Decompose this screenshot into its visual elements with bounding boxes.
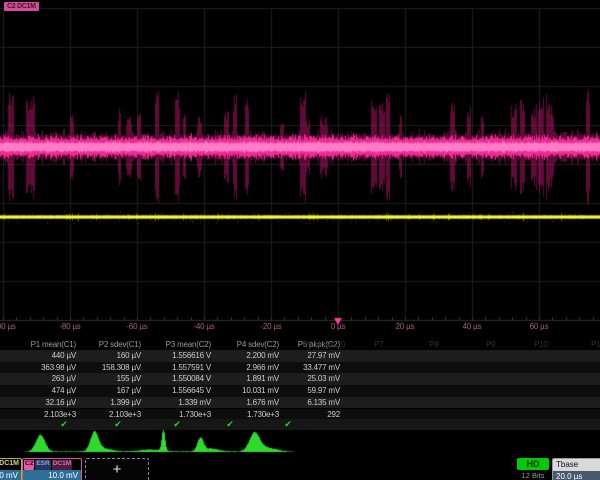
measure-value: 263 µV bbox=[52, 373, 76, 385]
measure-value: 155 µV bbox=[117, 373, 141, 385]
time-axis-label: -60 µs bbox=[126, 322, 147, 331]
measure-value: 10.031 mV bbox=[242, 385, 279, 397]
add-trace-button[interactable]: + bbox=[85, 458, 149, 480]
timebase-title: Tbase bbox=[553, 459, 600, 471]
measure-column-header[interactable]: P3 mean(C2) bbox=[166, 340, 211, 349]
time-axis-label: -20 µs bbox=[260, 322, 281, 331]
measure-value: 27.97 mV bbox=[307, 350, 340, 362]
timebase-value: 20.0 µs bbox=[553, 471, 600, 480]
measure-value: 167 µV bbox=[117, 385, 141, 397]
measure-table-row: 440 µV 160 µV 1.556616 V 2.200 mV 27.97 mV bbox=[0, 350, 600, 362]
c2-scale-value: 10.0 mV bbox=[23, 470, 81, 480]
measure-value: 1.339 mV bbox=[178, 397, 211, 409]
time-axis-label: 20 µs bbox=[396, 322, 415, 331]
measure-table-row: 32.16 µV 1.399 µV 1.339 mV 1.676 mV 6.135 mV bbox=[0, 397, 600, 409]
measure-value: 33.477 mV bbox=[303, 362, 340, 374]
measure-value: 1.550084 V bbox=[172, 373, 211, 385]
measure-column-header[interactable]: P1 mean(C1) bbox=[31, 340, 76, 349]
c2-esr-badge: ESR bbox=[35, 460, 50, 470]
status-check-icon: ✔ bbox=[173, 419, 181, 430]
measure-column-header-unused[interactable]: P7 bbox=[374, 340, 383, 349]
c2-channel-badge: C2 bbox=[24, 460, 34, 470]
measure-value: 32.16 µV bbox=[45, 397, 76, 409]
c1-descriptor-box[interactable]: DC1M 0 mV bbox=[0, 458, 22, 480]
measure-table-row: 363.98 µV 158.308 µV 1.557591 V 2.966 mV 33.… bbox=[0, 362, 600, 374]
measure-value: 59.97 mV bbox=[307, 385, 340, 397]
time-axis-label: 0 µs bbox=[331, 322, 345, 331]
time-axis-label: 40 µs bbox=[463, 322, 482, 331]
measure-column-header-unused[interactable]: P8 bbox=[429, 340, 438, 349]
measure-column-header-unused[interactable]: P11 bbox=[591, 340, 600, 349]
measure-value: 25.03 mV bbox=[307, 373, 340, 385]
measure-value: 2.200 mV bbox=[246, 350, 279, 362]
status-check-icon: ✔ bbox=[114, 419, 122, 430]
trace-label-badge: C2 DC1M bbox=[4, 2, 39, 11]
measure-value: 440 µV bbox=[52, 350, 76, 362]
time-axis-label: -80 µs bbox=[59, 322, 80, 331]
status-check-icon: ✔ bbox=[226, 419, 234, 430]
measure-table-row: 474 µV 167 µV 1.556645 V 10.031 mV 59.97 mV bbox=[0, 385, 600, 397]
c1-coupling-badge: DC1M bbox=[0, 459, 21, 470]
hd-mode-badge[interactable]: HD bbox=[517, 458, 549, 470]
measure-value: 1.891 mV bbox=[246, 373, 279, 385]
time-axis-label: 60 µs bbox=[530, 322, 549, 331]
measure-value: 1.676 mV bbox=[246, 397, 279, 409]
time-axis-label: -100 µs bbox=[0, 322, 16, 331]
measure-value: 1.557591 V bbox=[172, 362, 211, 374]
measure-status-row: ✔ ✔ ✔ ✔ ✔ bbox=[0, 419, 600, 430]
measure-column-header[interactable]: P4 sdev(C2) bbox=[237, 340, 279, 349]
measure-value: 1.556645 V bbox=[172, 385, 211, 397]
hd-bits-label: 12 Bits bbox=[515, 471, 551, 480]
measure-column-header[interactable]: P2 sdev(C1) bbox=[99, 340, 141, 349]
measure-value: 160 µV bbox=[117, 350, 141, 362]
status-check-icon: ✔ bbox=[284, 419, 292, 430]
measure-column-header-unused[interactable]: P10 bbox=[534, 340, 548, 349]
measure-value: 363.98 µV bbox=[41, 362, 76, 374]
measure-value: 2.966 mV bbox=[246, 362, 279, 374]
oscilloscope-screen: C2 DC1M -100 µs -80 µs -60 µs -40 µs -20 µs 0… bbox=[0, 0, 600, 480]
measure-table: P1 mean(C1) P2 sdev(C1) P3 mean(C2) P4 sdev… bbox=[0, 338, 600, 432]
c1-scale-value: 0 mV bbox=[0, 470, 21, 480]
c2-descriptor-box[interactable]: C2 ESR DC1M 10.0 mV bbox=[22, 458, 82, 480]
c2-coupling-badge: DC1M bbox=[52, 460, 72, 470]
measure-value: 158.308 µV bbox=[102, 362, 141, 374]
measure-table-row: 263 µV 155 µV 1.550084 V 1.891 mV 25.03 mV bbox=[0, 373, 600, 385]
measure-value: 1.556616 V bbox=[172, 350, 211, 362]
measure-column-header-unused[interactable]: P9 bbox=[486, 340, 495, 349]
measure-value: 474 µV bbox=[52, 385, 76, 397]
time-axis-label: -40 µs bbox=[193, 322, 214, 331]
measure-column-header-unused[interactable]: P6 pkpk(C3) bbox=[303, 340, 345, 349]
status-check-icon: ✔ bbox=[60, 419, 68, 430]
timebase-descriptor-box[interactable]: Tbase 20.0 µs bbox=[552, 458, 600, 480]
measure-value: 1.399 µV bbox=[110, 397, 141, 409]
measure-value: 6.135 mV bbox=[307, 397, 340, 409]
